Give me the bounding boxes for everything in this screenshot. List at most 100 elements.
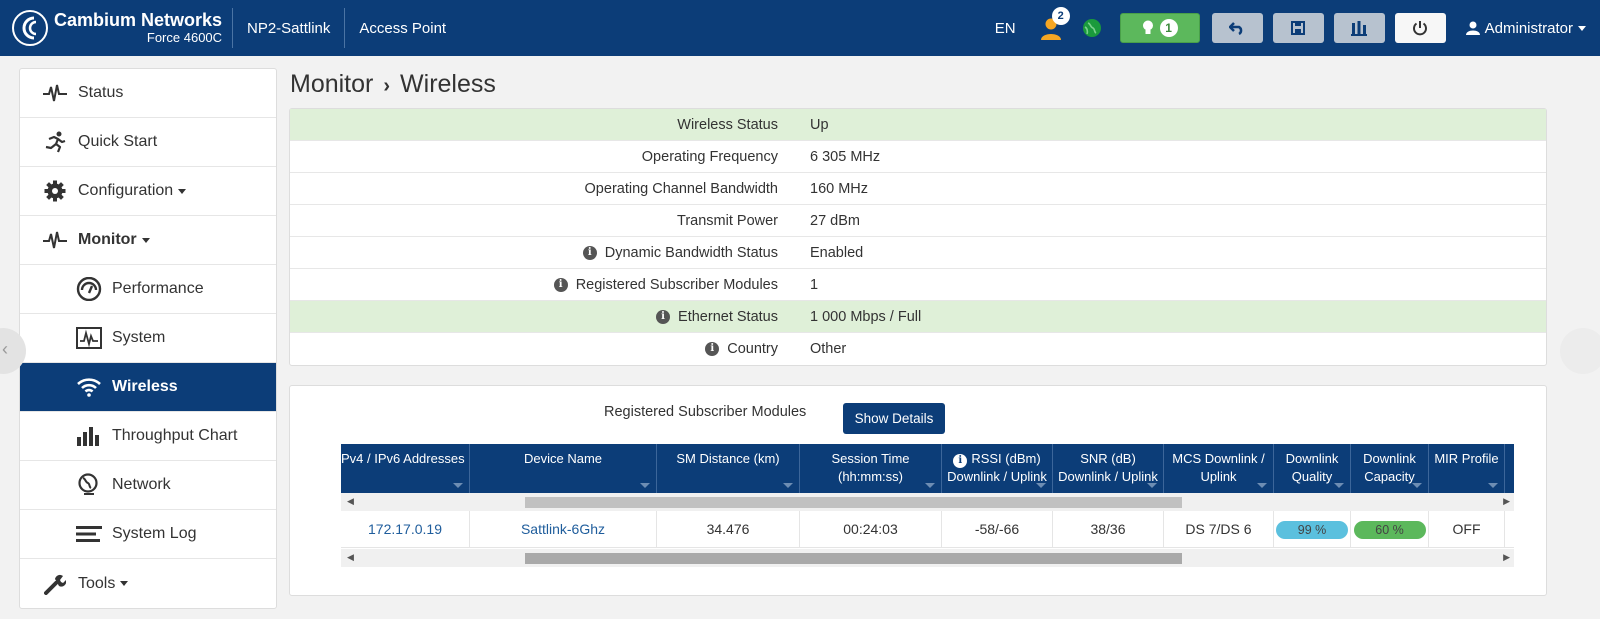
cell-ip: 172.17.0.19 xyxy=(341,510,470,548)
sort-icon[interactable] xyxy=(925,483,935,488)
status-label: i Registered Subscriber Modules xyxy=(290,277,810,293)
sort-icon[interactable] xyxy=(1334,483,1344,488)
column-header-downlink-capacity[interactable]: Downlink Capacity xyxy=(1351,444,1429,493)
column-header-ip[interactable]: Pv4 / IPv6 Addresses xyxy=(341,444,470,493)
sidebar-item-configuration[interactable]: Configuration xyxy=(20,167,276,216)
status-row: Operating Channel Bandwidth 160 MHz xyxy=(290,173,1546,205)
info-icon[interactable]: i xyxy=(582,245,597,260)
sidebar-item-wireless[interactable]: Wireless xyxy=(20,363,276,412)
sidebar-item-label: Network xyxy=(112,476,171,493)
sort-icon[interactable] xyxy=(783,483,793,488)
column-label: Downlink xyxy=(1363,451,1416,466)
sort-icon[interactable] xyxy=(640,483,650,488)
lightbulb-button[interactable]: 1 xyxy=(1119,13,1200,43)
alarm-count-badge: 2 xyxy=(1051,7,1070,25)
column-header-session-time[interactable]: Session Time (hh:mm:ss) xyxy=(800,444,942,493)
device-name-link[interactable]: Sattlink-6Ghz xyxy=(521,521,605,537)
sidebar: Status Quick Start Configuration Monitor… xyxy=(19,68,277,609)
sidebar-item-tools[interactable]: Tools xyxy=(20,559,276,608)
cell-downlink-capacity: 60 % xyxy=(1351,510,1429,548)
horizontal-scrollbar[interactable]: ◀ ▶ xyxy=(341,549,1514,567)
column-header-snr[interactable]: SNR (dB) Downlink / Uplink xyxy=(1053,444,1164,493)
sort-icon[interactable] xyxy=(453,483,463,488)
column-header-device-name[interactable]: Device Name xyxy=(470,444,657,493)
scroll-left-icon[interactable]: ◀ xyxy=(347,496,354,507)
show-details-button[interactable]: Show Details xyxy=(843,403,945,434)
reboot-button[interactable] xyxy=(1333,13,1385,43)
scrollbar-thumb[interactable] xyxy=(525,497,1182,508)
column-label: MCS Downlink / xyxy=(1172,451,1265,466)
status-label-text: Transmit Power xyxy=(677,212,778,229)
column-header-sm-distance[interactable]: SM Distance (km) xyxy=(657,444,800,493)
floppy-disk-icon xyxy=(1291,21,1306,35)
sidebar-item-quick-start[interactable]: Quick Start xyxy=(20,118,276,167)
column-label: Device Name xyxy=(523,451,603,466)
scrollbar-thumb[interactable] xyxy=(525,553,1182,564)
pulse-icon xyxy=(40,80,70,106)
status-value: 27 dBm xyxy=(810,212,860,229)
save-button[interactable] xyxy=(1272,13,1324,43)
cell-downlink-quality: 99 % xyxy=(1274,510,1351,548)
sidebar-item-status[interactable]: Status xyxy=(20,69,276,118)
breadcrumb-section[interactable]: Monitor xyxy=(290,70,373,98)
column-label: SM Distance (km) xyxy=(676,451,780,466)
sidebar-item-monitor[interactable]: Monitor xyxy=(20,216,276,265)
column-header-mcs[interactable]: MCS Downlink / Uplink xyxy=(1164,444,1274,493)
language-selector[interactable]: EN xyxy=(995,20,1016,37)
status-label: i Dynamic Bandwidth Status xyxy=(290,245,810,261)
speedometer-icon xyxy=(74,276,104,302)
status-value: Other xyxy=(810,341,847,357)
section-title: Registered Subscriber Modules xyxy=(604,404,807,420)
status-value: 6 305 MHz xyxy=(810,148,881,165)
wifi-icon xyxy=(74,374,104,400)
subscriber-modules-table: Pv4 / IPv6 Addresses Device Name SM Dist… xyxy=(341,444,1514,594)
alarms-button[interactable]: 2 xyxy=(1038,7,1070,43)
info-icon[interactable]: i xyxy=(953,454,968,468)
page-title: Wireless xyxy=(400,70,496,98)
power-icon xyxy=(1413,21,1428,36)
sidebar-item-label: Throughput Chart xyxy=(112,427,238,444)
cell-session-time: 00:24:03 xyxy=(800,510,942,548)
sort-icon[interactable] xyxy=(1036,483,1046,488)
status-row: i Dynamic Bandwidth Status Enabled xyxy=(290,237,1546,269)
sidebar-item-label: Tools xyxy=(78,574,116,592)
sidebar-item-performance[interactable]: Performance xyxy=(20,265,276,314)
lines-icon xyxy=(74,521,104,547)
status-label-text: Operating Frequency xyxy=(641,148,778,165)
info-icon[interactable]: i xyxy=(553,277,568,292)
info-icon[interactable]: i xyxy=(705,342,720,356)
globe-icon[interactable] xyxy=(1082,18,1102,38)
ip-link[interactable]: 172.17.0.19 xyxy=(368,521,442,537)
sidebar-item-system[interactable]: System xyxy=(20,314,276,363)
cell-mcs: DS 7/DS 6 xyxy=(1164,510,1274,548)
horizontal-scrollbar[interactable]: ◀ ▶ xyxy=(341,493,1514,511)
sort-icon[interactable] xyxy=(1412,483,1422,488)
column-header-mir-profile[interactable]: MIR Profile xyxy=(1429,444,1505,493)
status-label-text: Wireless Status xyxy=(677,116,778,133)
sort-icon[interactable] xyxy=(1257,483,1267,488)
running-man-icon xyxy=(40,129,70,155)
sort-icon[interactable] xyxy=(1147,483,1157,488)
sort-icon[interactable] xyxy=(1488,483,1498,488)
tower-icon xyxy=(1351,21,1368,36)
scroll-left-icon[interactable]: ◀ xyxy=(347,552,354,563)
status-row: Operating Frequency 6 305 MHz xyxy=(290,141,1546,173)
status-value: Up xyxy=(810,116,829,133)
info-icon[interactable]: i xyxy=(656,309,671,324)
sidebar-item-throughput-chart[interactable]: Throughput Chart xyxy=(20,412,276,461)
column-header-rssi[interactable]: i RSSI (dBm) Downlink / Uplink xyxy=(942,444,1053,493)
next-page-button[interactable] xyxy=(1560,328,1600,374)
chevron-down-icon xyxy=(1578,25,1586,31)
sidebar-item-network[interactable]: Network xyxy=(20,461,276,510)
scroll-right-icon[interactable]: ▶ xyxy=(1503,552,1510,563)
sidebar-item-label: Quick Start xyxy=(78,133,158,150)
column-header-downlink-quality[interactable]: Downlink Quality xyxy=(1274,444,1351,493)
lightbulb-icon xyxy=(1142,20,1153,34)
power-button[interactable] xyxy=(1394,13,1446,43)
undo-button[interactable] xyxy=(1211,13,1263,43)
sidebar-item-label: Status xyxy=(78,84,124,101)
sidebar-item-system-log[interactable]: System Log xyxy=(20,510,276,559)
user-menu[interactable]: Administrator xyxy=(1465,20,1586,37)
status-row: i Country Other xyxy=(290,333,1546,365)
scroll-right-icon[interactable]: ▶ xyxy=(1503,496,1510,507)
